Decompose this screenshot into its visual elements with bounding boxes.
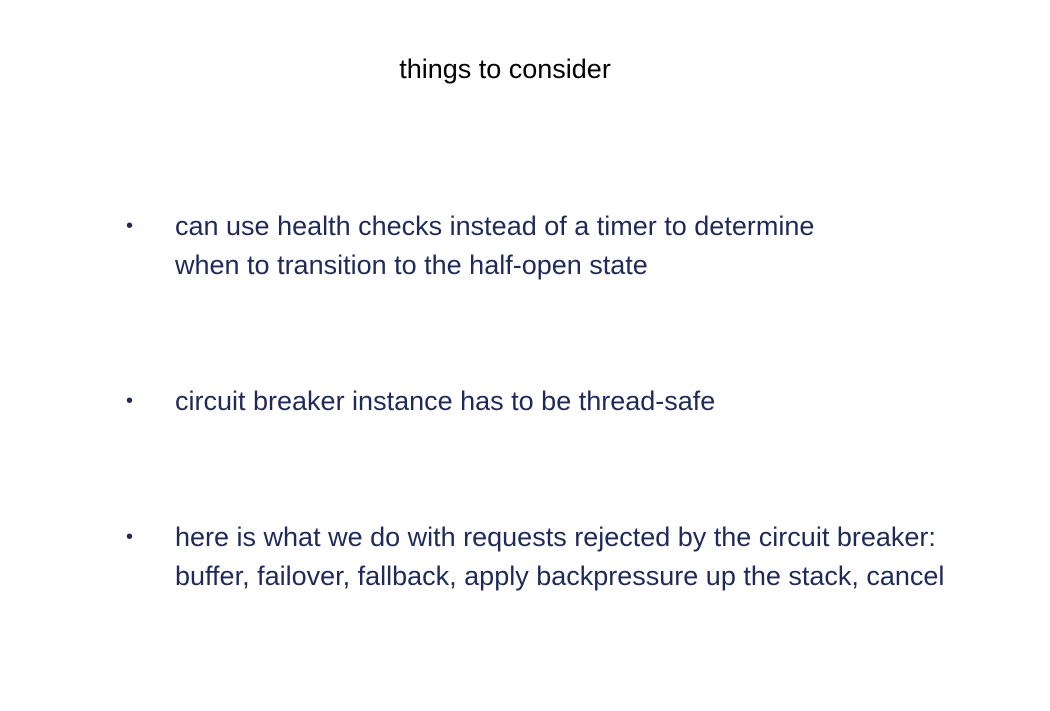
bullet-line: circuit breaker instance has to be threa… (175, 386, 716, 416)
bullet-item: • can use health checks instead of a tim… (126, 207, 1026, 287)
bullet-text: can use health checks instead of a timer… (175, 207, 1035, 285)
bullet-text: here is what we do with requests rejecte… (175, 518, 1035, 596)
bullet-line: can use health checks instead of a timer… (175, 211, 815, 241)
bullet-line: buffer, failover, fallback, apply backpr… (175, 561, 945, 591)
bullet-item: • here is what we do with requests rejec… (126, 518, 1026, 598)
bullet-text: circuit breaker instance has to be threa… (175, 382, 1035, 421)
bullet-line: here is what we do with requests rejecte… (175, 522, 936, 552)
slide-title: things to consider (399, 54, 611, 84)
bullet-item: • circuit breaker instance has to be thr… (126, 382, 1026, 422)
bullet-point-icon: • (126, 215, 134, 237)
bullet-line: when to transition to the half-open stat… (175, 250, 648, 280)
bullet-point-icon: • (126, 526, 134, 548)
bullet-point-icon: • (126, 390, 134, 412)
